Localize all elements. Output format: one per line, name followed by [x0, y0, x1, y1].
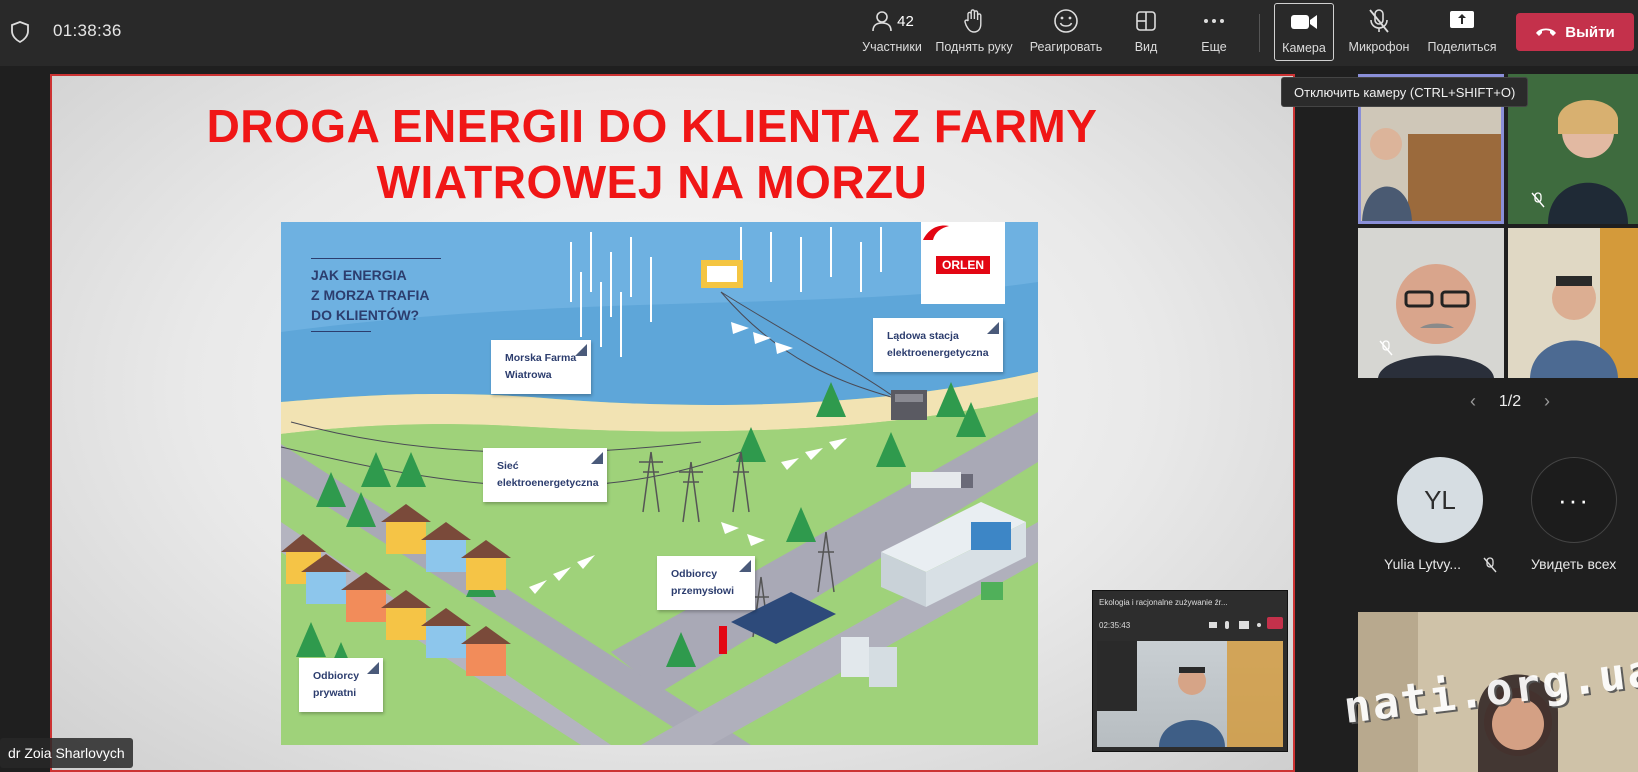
question-rule-top — [311, 258, 441, 259]
leave-button[interactable]: Выйти — [1516, 13, 1634, 51]
question-line-1: JAK ENERGIA — [311, 267, 407, 283]
participant-avatar[interactable]: YL — [1397, 457, 1483, 543]
slide-title-line-2: WIATROWEJ NA MORZU — [376, 156, 928, 208]
ellipsis-icon — [1204, 19, 1224, 23]
hang-up-icon — [1536, 28, 1557, 36]
orlen-logo: ORLEN — [921, 222, 1005, 304]
card-onshore-station: Lądowa stacja elektroenergetyczna — [873, 318, 1003, 372]
mini-leave-button[interactable] — [1267, 617, 1283, 629]
react-label: Реагировать — [1029, 40, 1103, 54]
mini-video-feed — [1097, 641, 1283, 747]
slide-title: DROGA ENERGII DO KLIENTA Z FARMY WIATROW… — [132, 98, 1172, 210]
energy-infographic: JAK ENERGIA Z MORZA TRAFIA DO KLIENTÓW? … — [281, 222, 1038, 745]
card-offshore-farm: Morska Farma Wiatrowa — [491, 340, 591, 394]
toolbar-divider — [1259, 14, 1260, 52]
person-video-icon — [1508, 228, 1638, 378]
eagle-logo-icon — [923, 225, 949, 240]
card-onshore-line-1: Lądowa stacja — [887, 330, 959, 342]
card-power-grid: Sieć elektroenergetyczna — [483, 448, 607, 502]
presenter-name-label: dr Zoia Sharlovych — [0, 738, 133, 768]
card-grid-line-1: Sieć — [497, 460, 519, 472]
meeting-toolbar: 01:38:36 42 Участники Поднять руку Реаги… — [0, 0, 1638, 66]
ellipsis-icon: ··· — [1558, 484, 1590, 515]
person-video-icon — [1097, 641, 1283, 747]
people-icon — [872, 11, 892, 32]
mini-window-title: Ekologia i racjonalne zużywanie źr... — [1099, 598, 1228, 607]
video-tile-participant-3[interactable] — [1358, 228, 1504, 378]
participants-label: Участники — [862, 40, 922, 54]
leave-label: Выйти — [1565, 23, 1615, 41]
share-label: Поделиться — [1427, 40, 1497, 54]
question-line-2: Z MORZA TRAFIA — [311, 287, 430, 303]
meeting-timer: 01:38:36 — [53, 21, 122, 40]
infographic-question: JAK ENERGIA Z MORZA TRAFIA DO KLIENTÓW? — [311, 258, 441, 332]
see-all-button[interactable]: ··· — [1531, 457, 1617, 543]
microphone-button[interactable]: Микрофон — [1344, 6, 1414, 60]
view-label: Вид — [1134, 40, 1158, 54]
card-offshore-line-2: Wiatrowa — [505, 369, 552, 381]
card-grid-line-2: elektroenergetyczna — [497, 477, 599, 489]
card-industrial-line-2: przemysłowi — [671, 585, 735, 597]
more-button[interactable]: Еще — [1188, 6, 1240, 60]
share-button[interactable]: Поделиться — [1424, 6, 1500, 60]
smiley-icon — [1054, 9, 1078, 33]
raise-hand-label: Поднять руку — [935, 40, 1013, 54]
mini-controls-icon[interactable] — [1209, 619, 1265, 631]
mic-off-icon — [1369, 9, 1389, 33]
card-private-line-2: prywatni — [313, 687, 357, 699]
mini-meeting-window[interactable]: Ekologia i racjonalne zużywanie źr... 02… — [1092, 590, 1288, 752]
react-button[interactable]: Реагировать — [1026, 6, 1106, 60]
card-private-line-1: Odbiorcy — [313, 670, 360, 682]
view-button[interactable]: Вид — [1122, 6, 1170, 60]
previous-page-icon[interactable]: ‹ — [1470, 391, 1476, 412]
camera-label: Камера — [1282, 41, 1326, 55]
video-camera-icon — [1291, 15, 1317, 29]
microphone-label: Микрофон — [1348, 40, 1410, 54]
card-private-customers: Odbiorcy prywatni — [299, 658, 383, 712]
mini-window-timer: 02:35:43 — [1099, 621, 1131, 630]
see-all-label: Увидеть всех — [1531, 556, 1617, 572]
layout-grid-icon — [1136, 11, 1156, 31]
hand-icon — [964, 9, 982, 33]
orlen-brand: ORLEN — [936, 256, 990, 274]
participant-avatar-name: Yulia Lytvy... — [1384, 556, 1462, 572]
more-label: Еще — [1201, 40, 1227, 54]
participants-button[interactable]: 42 Участники — [852, 6, 932, 60]
shield-icon[interactable] — [10, 21, 30, 43]
camera-tooltip: Отключить камеру (CTRL+SHIFT+O) — [1281, 77, 1529, 107]
share-screen-icon — [1450, 11, 1474, 28]
slide-title-line-1: DROGA ENERGII DO KLIENTA Z FARMY — [206, 100, 1098, 152]
raise-hand-button[interactable]: Поднять руку — [932, 6, 1016, 60]
card-onshore-line-2: elektroenergetyczna — [887, 347, 989, 359]
mic-off-icon — [1483, 557, 1497, 573]
question-rule-bottom — [311, 331, 371, 332]
card-industrial-line-1: Odbiorcy — [671, 568, 718, 580]
next-page-icon[interactable]: › — [1544, 391, 1550, 412]
gallery-page-indicator: 1/2 — [1498, 392, 1522, 410]
question-line-3: DO KLIENTÓW? — [311, 307, 420, 323]
video-tile-participant-4[interactable] — [1508, 228, 1638, 378]
participants-count: 42 — [897, 12, 914, 30]
mic-off-icon — [1531, 192, 1545, 208]
card-industrial-customers: Odbiorcy przemysłowi — [657, 556, 755, 610]
gallery-pager: ‹ 1/2 › — [1470, 391, 1550, 412]
mic-off-icon — [1379, 340, 1393, 356]
camera-button[interactable]: Камера — [1274, 3, 1334, 61]
card-offshore-line-1: Morska Farma — [505, 352, 577, 364]
